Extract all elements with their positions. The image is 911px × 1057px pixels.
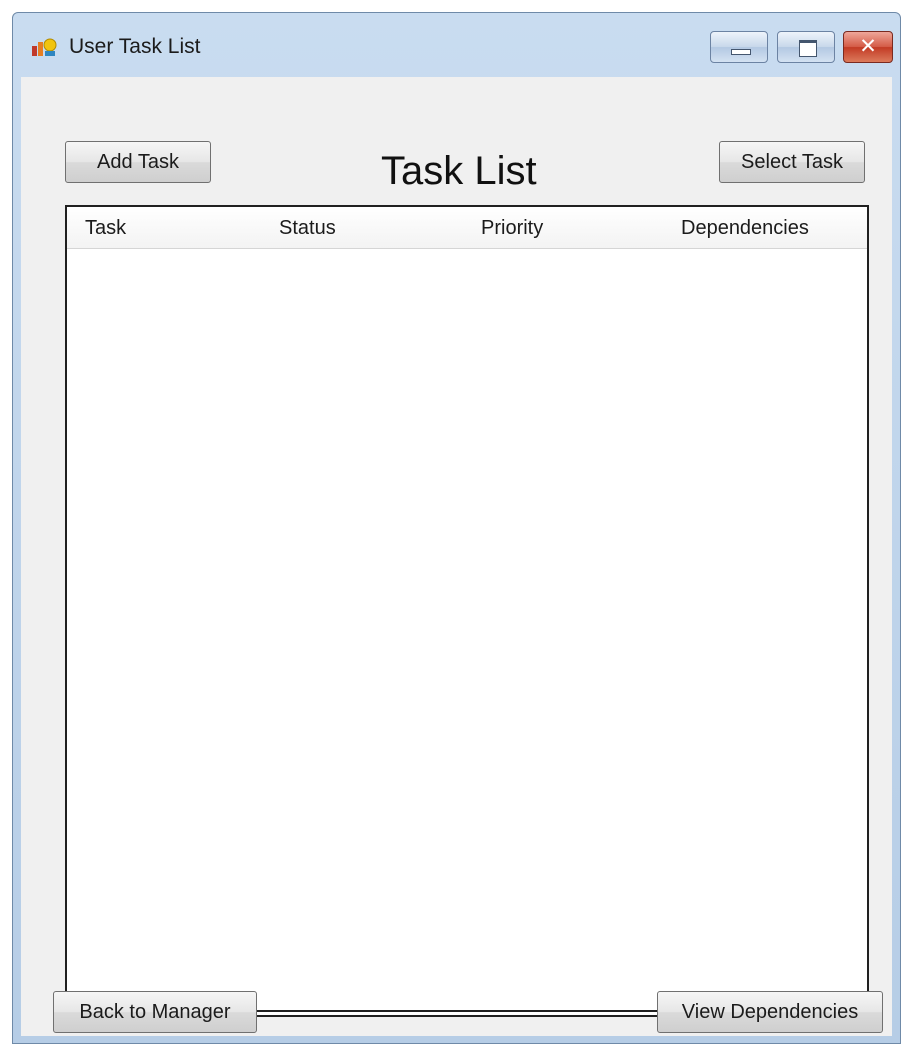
back-to-manager-button[interactable]: Back to Manager (53, 991, 257, 1033)
divider-line (257, 1010, 659, 1012)
view-dependencies-button[interactable]: View Dependencies (657, 991, 883, 1033)
app-window: User Task List ✕ Add Task Task List Sele… (12, 12, 901, 1044)
add-task-button[interactable]: Add Task (65, 141, 211, 183)
maximize-button[interactable] (777, 31, 835, 63)
window-title: User Task List (69, 35, 201, 58)
column-header-priority[interactable]: Priority (481, 217, 543, 240)
close-icon: ✕ (859, 34, 877, 58)
column-header-dependencies[interactable]: Dependencies (681, 217, 809, 240)
minimize-button[interactable] (710, 31, 768, 63)
list-header: Task Status Priority Dependencies (67, 207, 867, 249)
select-task-button[interactable]: Select Task (719, 141, 865, 183)
title-bar[interactable]: User Task List ✕ (13, 13, 900, 77)
task-list-view[interactable]: Task Status Priority Dependencies (65, 205, 869, 1017)
page-title: Task List (381, 149, 537, 193)
column-header-status[interactable]: Status (279, 217, 336, 240)
column-header-task[interactable]: Task (85, 217, 126, 240)
minimize-icon (731, 49, 751, 55)
close-button[interactable]: ✕ (843, 31, 893, 63)
maximize-icon (799, 40, 817, 57)
client-area: Add Task Task List Select Task Task Stat… (21, 77, 892, 1036)
app-icon (32, 38, 57, 56)
